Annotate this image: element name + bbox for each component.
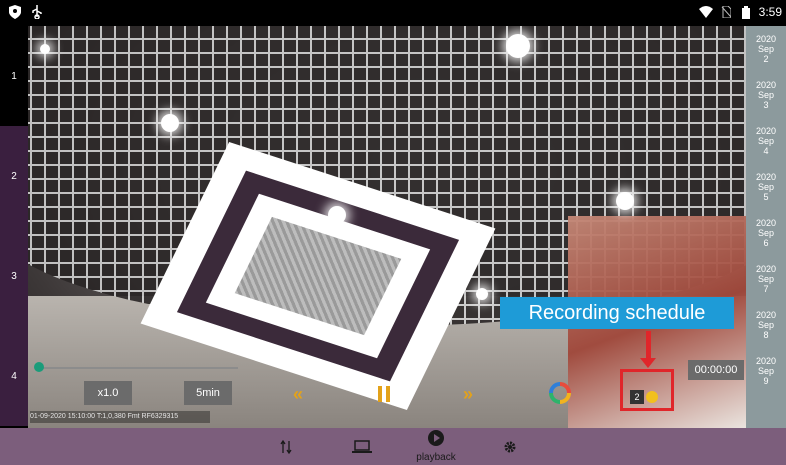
- date-month: Sep: [757, 44, 774, 54]
- channel-tab-3[interactable]: 3: [0, 226, 28, 326]
- ceiling-light: [328, 206, 346, 224]
- date-item[interactable]: 2020 Sep 5: [746, 164, 786, 210]
- date-rail: 2020 Sep 2 2020 Sep 3 2020 Sep 4 2020 Se…: [746, 26, 786, 428]
- duration-button[interactable]: 5min: [184, 381, 232, 405]
- channel-tab-1[interactable]: 1: [0, 26, 28, 126]
- date-item[interactable]: 2020 Sep 2: [746, 26, 786, 72]
- playback-label: playback: [416, 452, 456, 463]
- transfer-icon[interactable]: [276, 428, 296, 465]
- date-day: 9: [763, 376, 769, 386]
- schedule-indicator-icon: [646, 391, 658, 403]
- date-year: 2020: [755, 218, 777, 228]
- date-year: 2020: [755, 264, 777, 274]
- date-item[interactable]: 2020 Sep 4: [746, 118, 786, 164]
- fast-forward-icon[interactable]: »: [458, 384, 478, 404]
- date-year: 2020: [755, 126, 777, 136]
- speed-button[interactable]: x1.0: [84, 381, 132, 405]
- date-day: 4: [763, 146, 769, 156]
- playback-icon: [428, 430, 444, 451]
- refresh-icon[interactable]: [549, 382, 571, 404]
- pause-icon[interactable]: [374, 384, 394, 404]
- date-year: 2020: [755, 310, 777, 320]
- ceiling-light: [40, 44, 50, 54]
- callout-arrow-shaft: [646, 331, 651, 361]
- channel-label: 4: [11, 370, 17, 382]
- device-icon[interactable]: [350, 428, 374, 465]
- recording-schedule-callout: Recording schedule: [500, 297, 734, 329]
- date-month: Sep: [757, 182, 774, 192]
- channel-tab-2[interactable]: 2: [0, 126, 28, 226]
- bottom-nav: playback: [0, 428, 786, 465]
- battery-icon: [739, 5, 753, 19]
- schedule-count: 2: [630, 390, 644, 404]
- recording-schedule-button[interactable]: 2: [630, 388, 660, 406]
- date-day: 2: [763, 54, 769, 64]
- date-month: Sep: [757, 228, 774, 238]
- status-time: 3:59: [758, 5, 782, 19]
- callout-arrow-head: [640, 358, 656, 368]
- date-year: 2020: [755, 34, 777, 44]
- ceiling-light: [506, 34, 530, 58]
- date-item[interactable]: 2020 Sep 3: [746, 72, 786, 118]
- date-item[interactable]: 2020 Sep 9: [746, 348, 786, 394]
- date-day: 5: [763, 192, 769, 202]
- video-info-text: 01-09-2020 15:10:00 T:1,0,380 Fmt RF6329…: [30, 411, 210, 423]
- date-day: 8: [763, 330, 769, 340]
- date-month: Sep: [757, 274, 774, 284]
- wifi-icon: [698, 5, 713, 19]
- shield-icon: [8, 5, 22, 19]
- status-bar: 3:59: [0, 0, 786, 26]
- ceiling-light: [616, 192, 634, 210]
- ceiling-light: [161, 114, 179, 132]
- no-sim-icon: [719, 5, 733, 19]
- date-month: Sep: [757, 136, 774, 146]
- date-item[interactable]: 2020 Sep 7: [746, 256, 786, 302]
- channel-label: 2: [11, 170, 17, 182]
- date-month: Sep: [757, 320, 774, 330]
- channel-label: 1: [11, 70, 17, 82]
- date-month: Sep: [757, 90, 774, 100]
- date-item[interactable]: 2020 Sep 6: [746, 210, 786, 256]
- rewind-icon[interactable]: «: [288, 384, 308, 404]
- playback-tab[interactable]: playback: [408, 428, 464, 465]
- date-year: 2020: [755, 356, 777, 366]
- date-day: 3: [763, 100, 769, 110]
- channel-label: 3: [11, 270, 17, 282]
- date-month: Sep: [757, 366, 774, 376]
- date-year: 2020: [755, 80, 777, 90]
- channel-rail: 1 2 3 4: [0, 26, 28, 428]
- timeline-track[interactable]: [38, 367, 238, 369]
- date-day: 7: [763, 284, 769, 294]
- usb-icon: [30, 5, 44, 19]
- ceiling-light: [476, 288, 488, 300]
- date-day: 6: [763, 238, 769, 248]
- date-year: 2020: [755, 172, 777, 182]
- timeline-handle[interactable]: [34, 362, 44, 372]
- date-item[interactable]: 2020 Sep 8: [746, 302, 786, 348]
- channel-tab-4[interactable]: 4: [0, 326, 28, 426]
- playback-time: 00:00:00: [688, 360, 744, 380]
- settings-icon[interactable]: [500, 428, 520, 465]
